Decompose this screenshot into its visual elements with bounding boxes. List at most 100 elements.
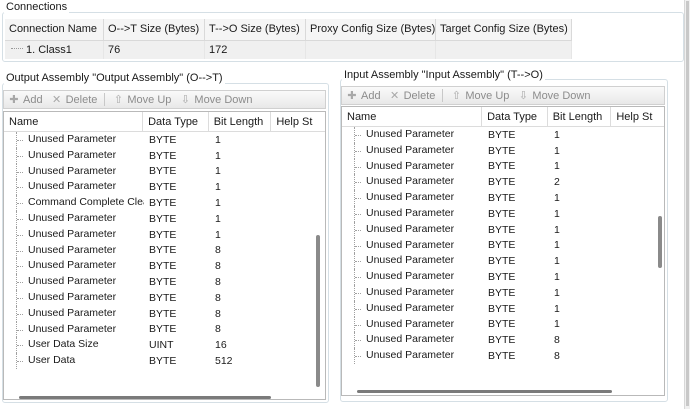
col-name[interactable]: Name — [342, 107, 483, 126]
parameter-row[interactable]: Unused Parameter BYTE 1 — [342, 221, 613, 238]
parameter-row[interactable]: Unused Parameter BYTE 1 — [342, 284, 613, 301]
parameter-bit-length: 1 — [554, 239, 560, 252]
parameter-row[interactable]: Unused Parameter BYTE 1 — [4, 147, 273, 164]
col-ot-size[interactable]: O-->T Size (Bytes) — [104, 19, 205, 41]
parameter-data-type: BYTE — [488, 255, 516, 268]
parameter-row[interactable]: Unused Parameter BYTE 8 — [342, 332, 613, 349]
output-move-up-button[interactable]: ⇧ Move Up — [108, 93, 175, 107]
parameter-row[interactable]: Unused Parameter BYTE 8 — [4, 242, 273, 259]
parameter-row[interactable]: Command Complete Clear BYTE 1 — [4, 195, 273, 211]
parameter-name: Unused Parameter — [366, 349, 455, 362]
tree-connector — [17, 234, 23, 236]
parameter-row[interactable]: Unused Parameter BYTE 8 — [342, 348, 613, 364]
col-data-type[interactable]: Data Type — [482, 107, 548, 126]
parameter-row[interactable]: Unused Parameter BYTE 1 — [342, 142, 613, 159]
input-vertical-scrollbar[interactable] — [658, 216, 662, 268]
parameter-bit-length: 1 — [215, 197, 221, 210]
parameter-row[interactable]: Unused Parameter BYTE 8 — [4, 321, 273, 338]
tree-connector — [355, 292, 361, 294]
col-connection-name[interactable]: Connection Name — [5, 19, 104, 41]
parameter-bit-length: 8 — [215, 244, 221, 257]
parameter-bit-length: 2 — [554, 176, 560, 189]
output-toolbar: ✚ Add ✕ Delete ⇧ Move Up ⇩ Move Down — [3, 90, 326, 109]
parameter-data-type: BYTE — [149, 212, 177, 225]
parameter-row[interactable]: User Data Size UINT 16 — [4, 337, 273, 354]
parameter-row[interactable]: Unused Parameter BYTE 1 — [4, 210, 273, 227]
tree-connector — [355, 198, 361, 200]
parameter-row[interactable]: Unused Parameter BYTE 1 — [342, 316, 613, 333]
parameter-data-type: BYTE — [488, 176, 516, 189]
parameter-row[interactable]: Unused Parameter BYTE 1 — [342, 127, 613, 143]
parameter-name-cell: Unused Parameter — [342, 269, 483, 285]
parameter-data-type: BYTE — [488, 318, 516, 331]
output-vertical-scrollbar[interactable] — [316, 235, 320, 387]
parameter-row[interactable]: Unused Parameter BYTE 8 — [4, 289, 273, 306]
parameter-bit-length: 1 — [215, 165, 221, 178]
parameter-row[interactable]: Unused Parameter BYTE 8 — [4, 258, 273, 275]
parameter-name: Unused Parameter — [28, 227, 117, 240]
parameter-row[interactable]: Unused Parameter BYTE 8 — [4, 305, 273, 322]
arrow-down-icon: ⇩ — [518, 90, 529, 102]
col-bit-length[interactable]: Bit Length — [548, 107, 612, 126]
col-data-type[interactable]: Data Type — [143, 112, 209, 131]
parameter-name-cell: Unused Parameter — [342, 237, 483, 254]
parameter-row[interactable]: Unused Parameter BYTE 1 — [4, 132, 273, 148]
parameter-row[interactable]: Unused Parameter BYTE 1 — [342, 158, 613, 175]
output-grid-body: Unused Parameter BYTE 1 Unused Parameter BYT… — [4, 132, 273, 369]
parameter-row[interactable]: User Data BYTE 512 — [4, 353, 273, 369]
parameter-data-type: BYTE — [488, 286, 516, 299]
input-delete-button[interactable]: ✕ Delete — [385, 89, 440, 103]
parameter-bit-length: 1 — [554, 302, 560, 315]
connection-row[interactable]: 1. Class1 76 172 — [5, 41, 572, 59]
input-move-up-button[interactable]: ⇧ Move Up — [446, 89, 513, 103]
toolbar-separator — [104, 93, 106, 106]
tree-connector — [355, 135, 361, 136]
input-move-down-button[interactable]: ⇩ Move Down — [513, 89, 594, 103]
parameter-row[interactable]: Unused Parameter BYTE 1 — [342, 237, 613, 254]
col-to-size[interactable]: T-->O Size (Bytes) — [205, 19, 306, 41]
parameter-row[interactable]: Unused Parameter BYTE 1 — [342, 300, 613, 317]
output-parameter-grid[interactable]: Name Data Type Bit Length Help St Unused… — [3, 111, 326, 400]
parameter-name-cell: Unused Parameter — [4, 305, 144, 322]
parameter-bit-length: 1 — [554, 255, 560, 268]
col-help-string[interactable]: Help St — [611, 107, 664, 126]
parameter-row[interactable]: Unused Parameter BYTE 1 — [342, 269, 613, 285]
output-move-down-button[interactable]: ⇩ Move Down — [175, 93, 256, 107]
tree-connector — [17, 313, 23, 315]
parameter-data-type: BYTE — [149, 165, 177, 178]
output-horizontal-scrollbar[interactable] — [19, 396, 271, 399]
input-add-button[interactable]: ✚ Add — [342, 89, 385, 103]
tree-connector — [355, 308, 361, 310]
parameter-data-type: BYTE — [488, 302, 516, 315]
input-parameter-grid[interactable]: Name Data Type Bit Length Help St Unused… — [341, 106, 665, 396]
col-proxy-config-size[interactable]: Proxy Config Size (Bytes) — [306, 19, 436, 41]
output-add-button[interactable]: ✚ Add — [4, 93, 47, 107]
parameter-name: Unused Parameter — [28, 148, 117, 161]
tree-connector — [355, 324, 361, 326]
parameter-row[interactable]: Unused Parameter BYTE 1 — [342, 205, 613, 222]
parameter-name-cell: User Data — [4, 353, 144, 369]
parameter-row[interactable]: Unused Parameter BYTE 1 — [4, 163, 273, 180]
tree-connector — [11, 48, 23, 50]
parameter-name: Unused Parameter — [366, 206, 455, 219]
col-help-string[interactable]: Help St — [271, 112, 325, 131]
parameter-row[interactable]: Unused Parameter BYTE 1 — [342, 253, 613, 270]
parameter-name-cell: Unused Parameter — [342, 205, 483, 222]
parameter-name-cell: Unused Parameter — [342, 284, 483, 301]
parameter-row[interactable]: Unused Parameter BYTE 1 — [4, 179, 273, 196]
parameter-row[interactable]: Unused Parameter BYTE 2 — [342, 174, 613, 191]
parameter-name: Unused Parameter — [28, 290, 117, 303]
parameter-row[interactable]: Unused Parameter BYTE 8 — [4, 274, 273, 290]
col-bit-length[interactable]: Bit Length — [209, 112, 272, 131]
output-assembly-title: Output Assembly "Output Assembly" (O-->T… — [4, 72, 225, 84]
output-delete-button[interactable]: ✕ Delete — [47, 93, 102, 107]
col-target-config-size[interactable]: Target Config Size (Bytes) — [436, 19, 572, 41]
input-horizontal-scrollbar[interactable] — [357, 390, 612, 393]
parameter-row[interactable]: Unused Parameter BYTE 1 — [342, 190, 613, 206]
parameter-data-type: BYTE — [149, 244, 177, 257]
col-name[interactable]: Name — [4, 112, 144, 131]
window-scrollbar-thumb[interactable] — [686, 1, 689, 406]
parameter-bit-length: 8 — [215, 307, 221, 320]
parameter-name: Unused Parameter — [28, 275, 117, 288]
parameter-row[interactable]: Unused Parameter BYTE 1 — [4, 226, 273, 243]
